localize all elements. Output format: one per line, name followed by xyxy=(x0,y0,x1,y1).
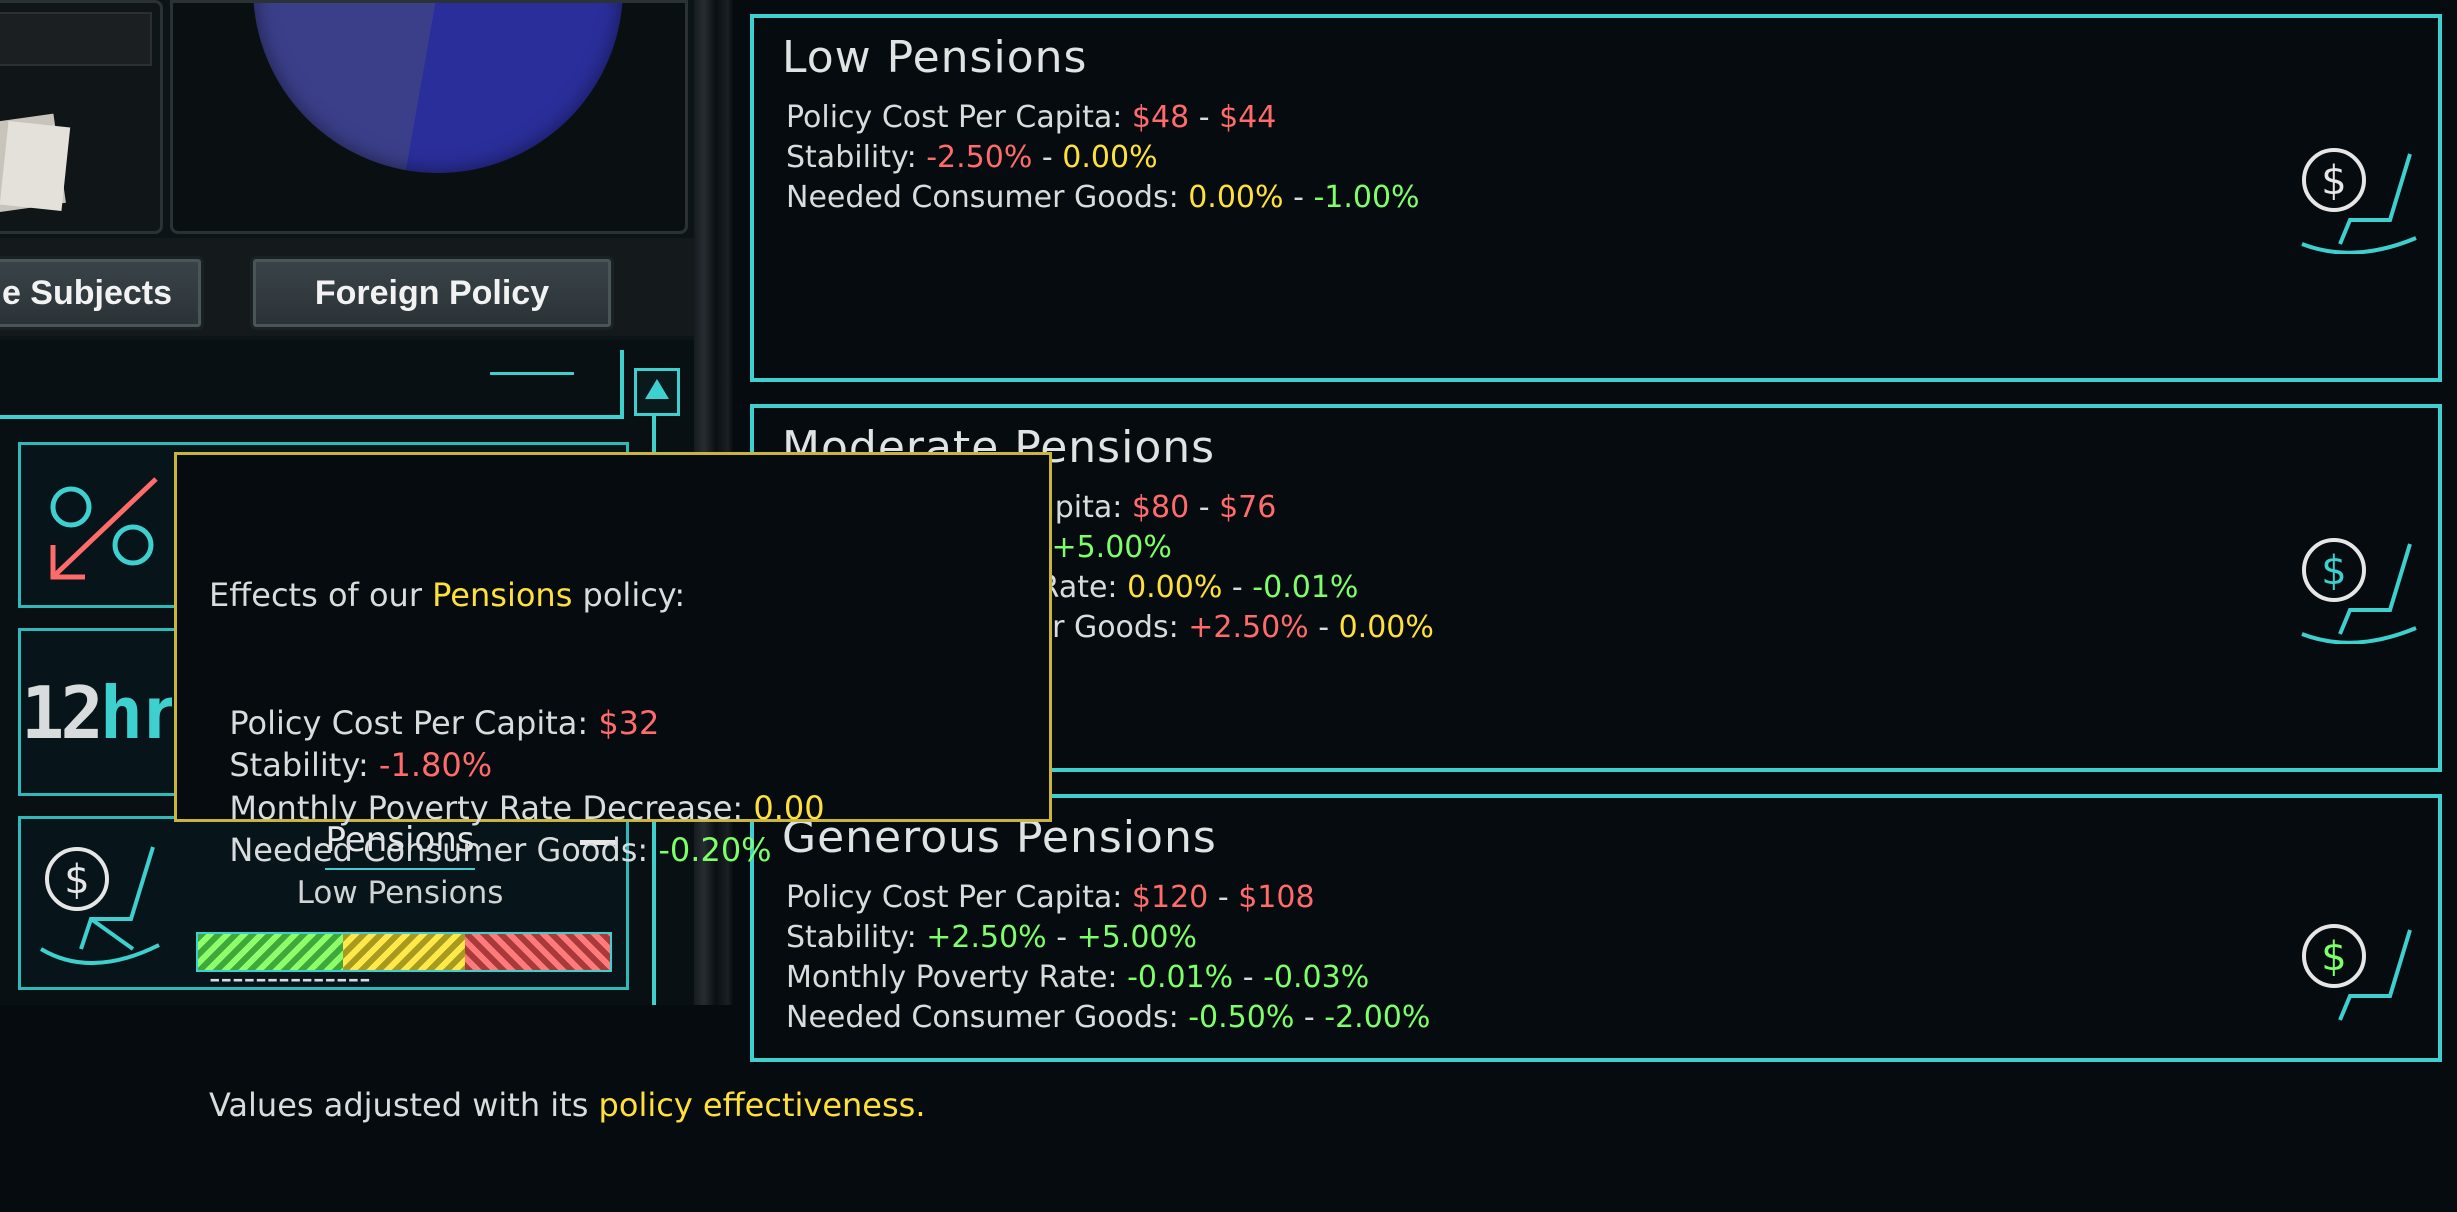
effect-min-value: -0.01% xyxy=(1127,960,1234,995)
tray-edge xyxy=(0,415,624,419)
tooltip-effect-line: Policy Cost Per Capita: $32 xyxy=(209,702,925,745)
tooltip-content: Effects of our Pensions policy: Policy C… xyxy=(209,489,925,1212)
effect-value: -1.80% xyxy=(378,746,493,784)
svg-text:$: $ xyxy=(64,857,89,903)
document-paper-image xyxy=(0,120,71,212)
effect-min-value: 0.00% xyxy=(1188,180,1284,215)
work-hours-unit: hr xyxy=(99,671,179,755)
policy-effectiveness-link: policy effectiveness. xyxy=(598,1086,926,1124)
effect-min-value: $120 xyxy=(1131,880,1209,915)
effect-max-value: $108 xyxy=(1238,880,1315,915)
effect-value: -0.20% xyxy=(658,831,772,869)
effect-line: Stability: -2.50% - 0.00% xyxy=(786,138,1420,178)
effect-max-value: -2.00% xyxy=(1324,1000,1431,1035)
tooltip-effect-line: Needed Consumer Goods: -0.20% xyxy=(209,829,925,872)
foreign-policy-tab-label: Foreign Policy xyxy=(314,273,550,312)
range-separator: - xyxy=(1189,490,1220,525)
effect-max-value: $44 xyxy=(1219,100,1277,135)
effect-min-value: +2.50% xyxy=(926,920,1047,955)
svg-text:$: $ xyxy=(2321,158,2346,204)
scroll-up-button[interactable] xyxy=(634,368,680,416)
portrait-nameplate xyxy=(0,12,152,66)
range-separator: - xyxy=(1032,140,1063,175)
effect-label: Monthly Poverty Rate Decrease: xyxy=(209,788,754,827)
work-hours-readout: 12hr xyxy=(21,671,179,755)
effect-min-value: 0.00% xyxy=(1127,570,1223,605)
range-separator: - xyxy=(1294,1000,1325,1035)
effect-max-value: +5.00% xyxy=(1076,920,1198,955)
effect-label: Stability: xyxy=(209,746,379,784)
svg-text:$: $ xyxy=(2321,934,2346,980)
tooltip-effect-line: Stability: -1.80% xyxy=(209,744,925,787)
effect-min-value: -0.50% xyxy=(1188,1000,1295,1035)
effect-max-value: -0.01% xyxy=(1252,570,1359,605)
range-separator: - xyxy=(1308,610,1339,645)
range-separator: - xyxy=(1208,880,1239,915)
effect-max-value: +5.00% xyxy=(1051,530,1172,565)
effect-value: 0.00 xyxy=(753,788,825,827)
effect-label: Stability: xyxy=(786,140,927,175)
option-card-generous[interactable]: Generous Pensions Policy Cost Per Capita… xyxy=(750,794,2442,1062)
tray-edge xyxy=(620,350,624,418)
ideology-pie-chart[interactable] xyxy=(253,3,623,173)
foreign-policy-tab-button[interactable]: Foreign Policy xyxy=(250,256,614,330)
effect-line: Needed Consumer Goods: 0.00% - -1.00% xyxy=(786,178,1420,218)
effect-min-value: -2.50% xyxy=(926,140,1033,175)
pension-rocking-chair-icon: $ xyxy=(2301,148,2417,254)
effect-label: Needed Consumer Goods: xyxy=(786,180,1189,215)
tooltip-effect-line: Monthly Poverty Rate Decrease: 0.00 xyxy=(209,787,925,830)
pension-rocking-chair-icon: $ xyxy=(39,846,160,965)
option-title: Low Pensions xyxy=(782,32,1088,83)
work-hours-icon-box[interactable]: 12hr xyxy=(18,628,180,796)
effect-label: Policy Cost Per Capita: xyxy=(786,100,1132,135)
tray-tab xyxy=(490,372,574,375)
tax-rate-icon-box[interactable] xyxy=(18,442,180,608)
svg-text:$: $ xyxy=(2321,548,2346,594)
tooltip-policy-name: Pensions xyxy=(432,576,573,614)
effect-min-value: $48 xyxy=(1131,100,1190,135)
effect-max-value: -1.00% xyxy=(1313,180,1420,215)
effect-label: Needed Consumer Goods: xyxy=(209,831,659,869)
effect-min-value: $80 xyxy=(1131,490,1190,525)
option-effects: Policy Cost Per Capita: $48 - $44 Stabili… xyxy=(786,98,1420,218)
range-separator: - xyxy=(1189,100,1220,135)
option-card-low[interactable]: Low Pensions Policy Cost Per Capita: $48… xyxy=(750,14,2442,382)
range-separator: - xyxy=(1222,570,1253,605)
effect-label: Policy Cost Per Capita: xyxy=(209,703,599,742)
pension-rocking-chair-icon: $ xyxy=(2302,924,2412,1021)
range-separator: - xyxy=(1233,960,1264,995)
pension-icon-box[interactable]: $ xyxy=(18,816,180,990)
percent-down-icon xyxy=(50,477,158,580)
effect-line: Policy Cost Per Capita: $48 - $44 xyxy=(786,98,1420,138)
range-separator: - xyxy=(1283,180,1314,215)
effect-max-value: $76 xyxy=(1219,490,1277,525)
tooltip-effects: Policy Cost Per Capita: $32 Stability: -… xyxy=(209,702,925,872)
tab-button-bar: e Subjects Foreign Policy xyxy=(0,238,694,336)
tooltip-footer: Values adjusted with its policy effectiv… xyxy=(209,1086,926,1124)
policy-tooltip: Effects of our Pensions policy: Policy C… xyxy=(174,452,1052,1124)
work-hours-value: 12 xyxy=(21,671,104,755)
subjects-tab-button[interactable]: e Subjects xyxy=(0,256,204,330)
tooltip-separator: -------------- xyxy=(209,958,371,997)
effect-max-value: 0.00% xyxy=(1062,140,1158,175)
pension-rocking-chair-icon: $ xyxy=(2301,538,2417,644)
subjects-tab-label: e Subjects xyxy=(1,273,173,312)
effect-min-value: +2.50% xyxy=(1188,610,1309,645)
tooltip-intro: Effects of our Pensions policy: xyxy=(209,576,686,614)
ideology-pie-frame xyxy=(170,0,688,234)
effect-value: $32 xyxy=(598,703,660,742)
range-separator: - xyxy=(1046,920,1077,955)
effect-max-value: -0.03% xyxy=(1263,960,1370,995)
effect-max-value: 0.00% xyxy=(1338,610,1434,645)
